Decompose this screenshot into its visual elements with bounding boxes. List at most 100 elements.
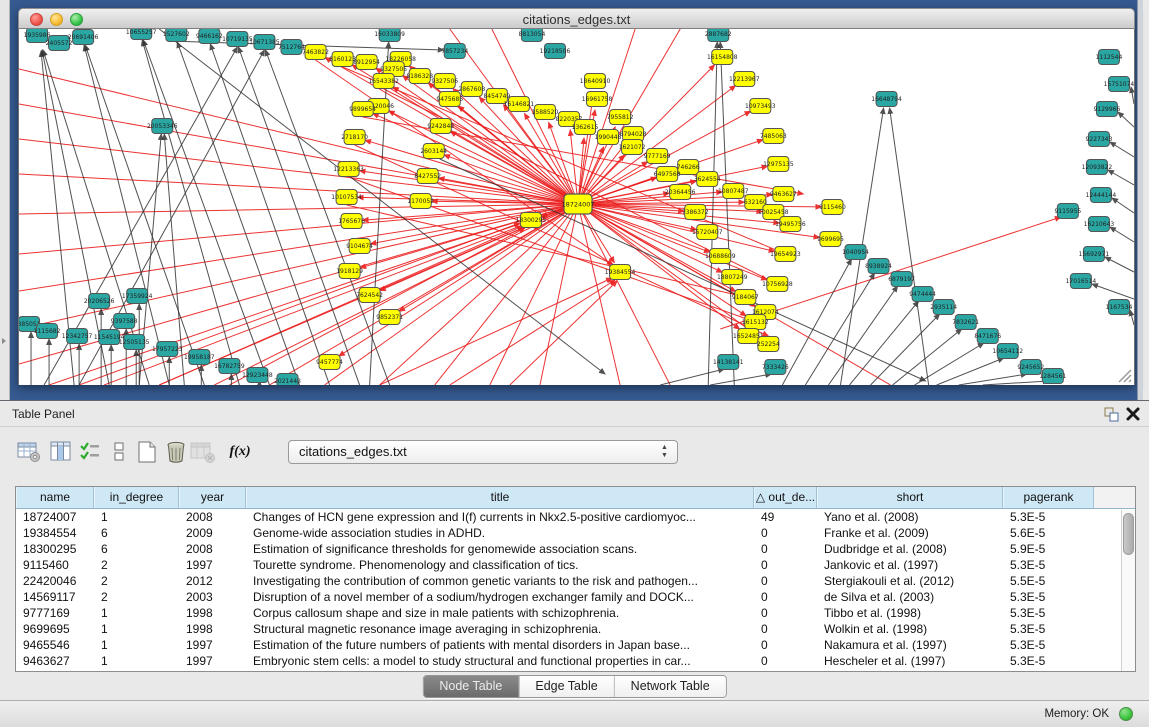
scrollbar-thumb[interactable] xyxy=(1123,513,1134,555)
control-panel-collapsed-rail[interactable] xyxy=(0,0,10,400)
graph-node[interactable]: 9463627 xyxy=(770,187,797,202)
graph-node[interactable]: 10807487 xyxy=(718,184,749,199)
graph-node[interactable]: 16146821 xyxy=(504,97,535,112)
graph-node[interactable]: 1615132 xyxy=(742,315,769,330)
graph-node[interactable]: 16782759 xyxy=(214,359,245,374)
graph-node[interactable]: 10655257 xyxy=(126,29,157,40)
graph-node[interactable]: 3624554 xyxy=(694,172,721,187)
table-row[interactable]: 1830029562008Estimation of significance … xyxy=(16,541,1135,557)
graph-node[interactable]: 9397588 xyxy=(111,314,138,329)
graph-node[interactable]: 6879197 xyxy=(888,272,915,287)
table-row[interactable]: 977716911998Corpus callosum shape and si… xyxy=(16,605,1135,621)
graph-node[interactable]: 10107534 xyxy=(331,190,362,205)
graph-node[interactable]: 18300295 xyxy=(516,213,547,228)
graph-node[interactable]: 12093822 xyxy=(1082,160,1113,175)
graph-node[interactable]: 8160123 xyxy=(329,52,356,67)
graph-node[interactable]: 1115682 xyxy=(34,324,61,339)
graph-node[interactable]: 2718170 xyxy=(341,130,368,145)
graph-node[interactable]: 9899654 xyxy=(349,102,376,117)
graph-node[interactable]: 20053346 xyxy=(147,119,178,134)
graph-node[interactable]: 9115460 xyxy=(819,200,846,215)
graph-node[interactable]: 19384554 xyxy=(605,265,636,280)
graph-node[interactable]: 10756928 xyxy=(762,277,793,292)
graph-node[interactable]: 16154808 xyxy=(707,50,738,65)
graph-node[interactable]: 10654112 xyxy=(992,344,1023,359)
delete-trash-icon[interactable] xyxy=(163,439,189,465)
graph-node[interactable]: 9242848 xyxy=(427,119,454,134)
graph-node[interactable]: 1765676 xyxy=(338,214,365,229)
graph-node[interactable]: 17957223 xyxy=(152,342,183,357)
graph-node[interactable]: 16543382 xyxy=(368,74,399,89)
graph-node[interactable]: 16210643 xyxy=(1084,217,1115,232)
column-header-pagerank[interactable]: pagerank xyxy=(1003,487,1094,508)
create-table-icon[interactable] xyxy=(134,439,160,465)
graph-node[interactable]: 7832621 xyxy=(952,315,979,330)
graph-node[interactable]: 17016514 xyxy=(1066,274,1097,289)
graph-node[interactable]: 1040954 xyxy=(842,245,869,260)
graph-node[interactable]: 20364456 xyxy=(665,185,696,200)
graph-node[interactable]: 1588520 xyxy=(532,105,559,120)
graph-node[interactable]: 2887682 xyxy=(705,29,732,42)
graph-node[interactable]: 9115955 xyxy=(1055,204,1082,219)
table-scrollbar[interactable] xyxy=(1121,510,1135,671)
table-row[interactable]: 911546021997Tourette syndrome. Phenomeno… xyxy=(16,557,1135,573)
graph-node[interactable]: 9474444 xyxy=(909,287,936,302)
float-panel-icon[interactable] xyxy=(1103,406,1119,422)
graph-node[interactable]: 20206526 xyxy=(84,294,115,309)
graph-node[interactable]: 9104674 xyxy=(346,239,373,254)
graph-node[interactable]: 1167534 xyxy=(1106,300,1133,315)
select-columns-icon[interactable] xyxy=(78,439,104,465)
column-header-title[interactable]: title xyxy=(246,487,754,508)
graph-node[interactable]: 12444144 xyxy=(1086,188,1117,203)
graph-node[interactable]: 7624542 xyxy=(356,288,383,303)
graph-node[interactable]: 15692971 xyxy=(1079,247,1110,262)
show-columns-icon[interactable] xyxy=(48,439,74,465)
graph-node[interactable]: 16961758 xyxy=(582,92,613,107)
graph-node[interactable]: 12505135 xyxy=(119,335,150,350)
graph-node[interactable]: 19654923 xyxy=(770,247,801,262)
graph-node[interactable]: 9457774 xyxy=(316,355,343,370)
graph-node[interactable]: 7386372 xyxy=(682,205,709,220)
column-header-out_de[interactable]: △ out_de... xyxy=(754,487,817,508)
graph-node[interactable]: 16648794 xyxy=(871,92,902,107)
graph-node[interactable]: 1918129 xyxy=(336,264,363,279)
graph-node[interactable]: 8813054 xyxy=(519,29,546,42)
table-select-dropdown[interactable]: citations_edges.txt ▲▼ xyxy=(288,440,678,464)
network-canvas[interactable]: 1935986240557220691406106552571527602946… xyxy=(18,29,1135,385)
graph-node[interactable]: 9475685 xyxy=(436,92,463,107)
graph-node[interactable]: 7485063 xyxy=(760,129,787,144)
graph-node[interactable]: 19495756 xyxy=(775,217,806,232)
graph-node[interactable]: 19958187 xyxy=(184,350,215,365)
hub-node[interactable]: 18724007 xyxy=(561,194,594,214)
citation-network-graph[interactable]: 1935986240557220691406106552571527602946… xyxy=(19,29,1134,385)
graph-node[interactable]: 1621072 xyxy=(619,140,646,155)
graph-node[interactable]: 20691406 xyxy=(68,30,99,45)
graph-node[interactable]: 7512764 xyxy=(278,40,305,55)
graph-node[interactable]: 14138141 xyxy=(713,355,744,370)
table-row[interactable]: 1456911722003Disruption of a novel membe… xyxy=(16,589,1135,605)
graph-node[interactable]: 1284561 xyxy=(1039,369,1066,384)
graph-node[interactable]: 9327506 xyxy=(431,74,458,89)
graph-node[interactable]: 15720407 xyxy=(692,225,723,240)
graph-node[interactable]: 12923448 xyxy=(242,368,273,383)
table-row[interactable]: 946362711997Embryonic stem cells: a mode… xyxy=(16,653,1135,669)
network-view-window[interactable]: citations_edges.txt 19359862405572206914… xyxy=(18,8,1135,385)
column-header-year[interactable]: year xyxy=(179,487,246,508)
graph-node[interactable]: 8471676 xyxy=(974,329,1001,344)
table-row[interactable]: 946554611997Estimation of the future num… xyxy=(16,637,1135,653)
close-panel-icon[interactable] xyxy=(1125,406,1141,422)
graph-node[interactable]: 16033809 xyxy=(374,29,405,42)
graph-node[interactable]: 9227343 xyxy=(1086,132,1113,147)
tab-edge-table[interactable]: Edge Table xyxy=(518,676,613,697)
graph-node[interactable]: 1362615 xyxy=(572,120,599,135)
graph-node[interactable]: 10973493 xyxy=(745,99,776,114)
row-height-icon[interactable] xyxy=(106,439,132,465)
graph-node[interactable]: 1990448 xyxy=(595,130,622,145)
table-row[interactable]: 969969511998Structural magnetic resonanc… xyxy=(16,621,1135,637)
column-header-name[interactable]: name xyxy=(16,487,94,508)
network-window-titlebar[interactable]: citations_edges.txt xyxy=(18,8,1135,29)
graph-node[interactable]: 1170052 xyxy=(407,194,434,209)
graph-node[interactable]: 10671385 xyxy=(249,35,280,50)
graph-node[interactable]: 2935114 xyxy=(930,300,957,315)
graph-node[interactable]: 1112544 xyxy=(1096,50,1123,65)
